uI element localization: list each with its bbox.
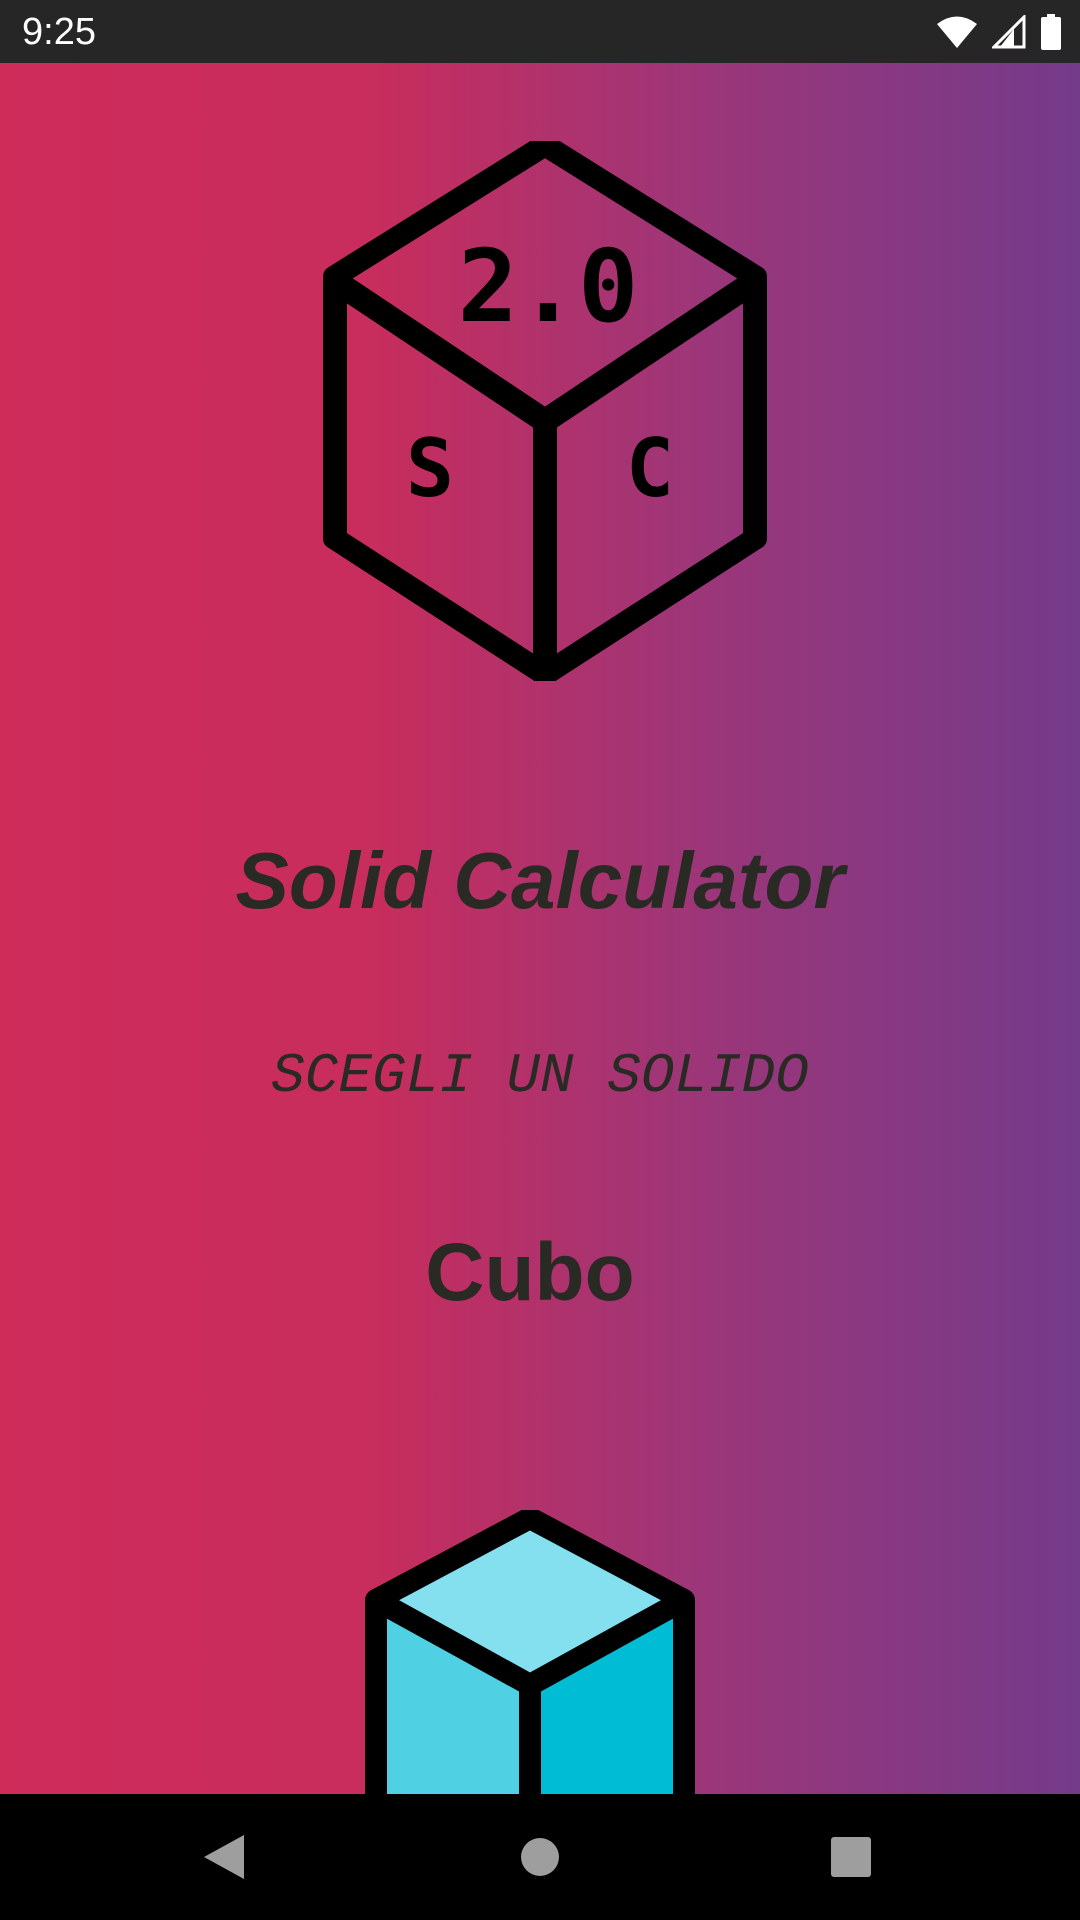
battery-icon [1041,14,1061,50]
app-logo: 2.0 S C [323,141,767,681]
back-button[interactable] [164,1794,284,1920]
status-bar: 9:25 [0,0,1080,63]
home-icon [521,1838,559,1876]
choose-solid-label: SCEGLI UN SOLIDO [271,1044,809,1108]
home-button[interactable] [480,1794,600,1920]
recents-button[interactable] [791,1794,911,1920]
back-icon [204,1835,244,1879]
cellular-signal-icon [992,15,1026,49]
navigation-bar [0,1794,1080,1920]
status-icons [936,10,1062,54]
logo-left-label: S [406,422,454,515]
main-content: 2.0 S C Solid Calculator SCEGLI UN SOLID… [0,63,1080,1794]
recents-icon [831,1837,871,1877]
app-title: Solid Calculator [235,836,845,925]
status-time: 9:25 [22,11,96,53]
logo-right-label: C [626,422,674,515]
logo-top-label: 2.0 [458,228,639,345]
screen: 9:25 2.0 S C Solid Calculator SCEGLI UN … [0,0,1080,1920]
wifi-icon [937,16,977,48]
cube-icon[interactable] [364,1510,696,1794]
solid-name[interactable]: Cubo [0,1223,1080,1323]
